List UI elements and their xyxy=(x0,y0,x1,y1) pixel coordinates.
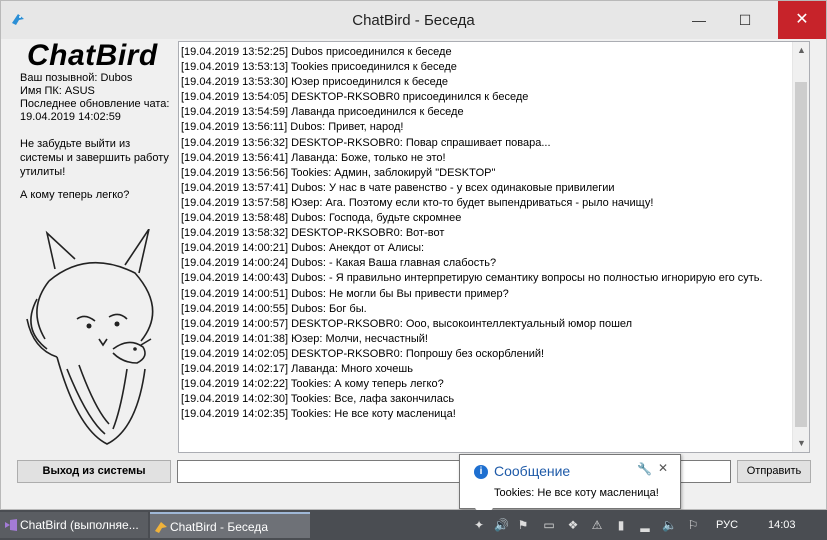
chat-log[interactable]: [19.04.2019 13:52:25] Dubos присоединилс… xyxy=(178,41,810,453)
logout-button[interactable]: Выход из системы xyxy=(17,460,171,483)
notification-close-icon[interactable]: ✕ xyxy=(658,461,668,475)
last-update-label: Последнее обновление чата: xyxy=(20,98,170,110)
scroll-down-arrow-icon[interactable]: ▼ xyxy=(793,435,810,452)
input-language[interactable]: РУС xyxy=(716,510,738,540)
chat-message: [19.04.2019 14:02:05] DESKTOP-RKSOBR0: П… xyxy=(181,347,545,360)
chat-message: [19.04.2019 14:02:30] Tookies: Все, лафа… xyxy=(181,393,455,406)
chat-message: [19.04.2019 13:58:48] Dubos: Господа, бу… xyxy=(181,212,462,225)
info-icon: i xyxy=(474,465,488,479)
user-info: Ваш позывной: Dubos Имя ПК: ASUS Последн… xyxy=(20,72,170,124)
chat-message: [19.04.2019 14:02:35] Tookies: Не все ко… xyxy=(181,408,456,421)
logout-reminder: Не забудьте выйти из системы и завершить… xyxy=(20,138,169,178)
maximize-button[interactable]: ☐ xyxy=(722,1,768,39)
minimize-button[interactable]: — xyxy=(676,1,722,39)
send-button[interactable]: Отправить xyxy=(737,460,811,483)
chat-message: [19.04.2019 14:02:22] Tookies: А кому те… xyxy=(181,378,444,391)
chat-scrollbar[interactable]: ▲ ▼ xyxy=(792,42,809,452)
user-info-panel: ChatBird Ваш позывной: Dubos Имя ПК: ASU… xyxy=(11,39,171,451)
wrench-icon[interactable]: 🔧 xyxy=(637,462,652,476)
chat-message: [19.04.2019 14:02:17] Лаванда: Много хоч… xyxy=(181,362,413,375)
taskbar-item-chatbird-chat[interactable]: ChatBird - Беседа xyxy=(150,512,310,538)
taskbar: ChatBird (выполняе... ChatBird - Беседа … xyxy=(0,510,827,540)
clock[interactable]: 14:03 xyxy=(768,510,796,540)
pc-name-label: Имя ПК: ASUS xyxy=(20,85,95,97)
network-warning-icon[interactable]: ⚠ xyxy=(590,518,604,532)
chat-message: [19.04.2019 13:54:05] DESKTOP-RKSOBR0 пр… xyxy=(181,91,529,104)
battery-icon[interactable]: ▮ xyxy=(614,518,628,532)
callsign-label: Ваш позывной: Dubos xyxy=(20,72,133,84)
chat-message: [19.04.2019 14:01:38] Юзер: Молчи, несча… xyxy=(181,332,428,345)
chatbird-tray-icon[interactable]: ✦ xyxy=(472,518,486,532)
chat-message: [19.04.2019 13:56:41] Лаванда: Боже, тол… xyxy=(181,151,446,164)
chat-window: ChatBird - Беседа — ☐ ✕ ChatBird Ваш поз… xyxy=(0,0,827,510)
chat-message: [19.04.2019 14:00:55] Dubos: Бог бы. xyxy=(181,302,367,315)
taskbar-item-chatbird-running[interactable]: ChatBird (выполняе... xyxy=(0,512,148,538)
scroll-thumb[interactable] xyxy=(795,82,807,427)
chat-message: [19.04.2019 13:57:41] Dubos: У нас в чат… xyxy=(181,181,615,194)
system-tray: ✦ 🔊 ⚑ ▭ ❖ ⚠ ▮ ▂ 🔈 ⚐ xyxy=(466,510,726,540)
chat-message: [19.04.2019 13:56:32] DESKTOP-RKSOBR0: П… xyxy=(181,136,551,149)
close-button[interactable]: ✕ xyxy=(778,1,826,39)
title-bar[interactable]: ChatBird - Беседа — ☐ ✕ xyxy=(1,1,826,39)
chat-message: [19.04.2019 13:56:11] Dubos: Привет, нар… xyxy=(181,121,404,134)
taskbar-item-label: ChatBird (выполняе... xyxy=(20,518,139,532)
tagline-question: А кому теперь легко? xyxy=(20,189,130,201)
chat-message: [19.04.2019 14:00:24] Dubos: - Какая Ваш… xyxy=(181,257,497,270)
chat-message: [19.04.2019 13:52:25] Dubos присоединилс… xyxy=(181,46,452,58)
chat-message: [19.04.2019 14:00:43] Dubos: - Я правиль… xyxy=(181,272,763,285)
chat-messages: [19.04.2019 13:52:25] Dubos присоединилс… xyxy=(181,45,789,422)
speaker-icon[interactable]: 🔊 xyxy=(494,518,509,532)
bearded-cat-mascot-image xyxy=(26,229,154,445)
chat-message: [19.04.2019 13:57:58] Юзер: Ага. Поэтому… xyxy=(181,196,654,209)
chat-message: [19.04.2019 13:56:56] Tookies: Админ, за… xyxy=(181,166,496,179)
notification-title: Сообщение xyxy=(494,463,571,479)
chat-message: [19.04.2019 13:58:32] DESKTOP-RKSOBR0: В… xyxy=(181,227,445,240)
monitor-icon[interactable]: ▭ xyxy=(542,518,556,532)
notification-text: Tookies: Не все коту масленица! xyxy=(494,487,659,499)
chat-message: [19.04.2019 14:00:57] DESKTOP-RKSOBR0: О… xyxy=(181,317,633,330)
taskbar-item-label: ChatBird - Беседа xyxy=(170,520,268,534)
volume-muted-icon[interactable]: 🔈 xyxy=(662,518,677,532)
last-update-value: 19.04.2019 14:02:59 xyxy=(20,111,121,123)
chat-message: [19.04.2019 14:00:51] Dubos: Не могли бы… xyxy=(181,287,509,300)
scroll-up-arrow-icon[interactable]: ▲ xyxy=(793,42,810,59)
chat-message: [19.04.2019 13:53:30] Юзер присоединился… xyxy=(181,76,449,89)
visual-studio-icon xyxy=(5,519,17,531)
signal-bars-icon[interactable]: ▂ xyxy=(638,518,652,532)
shield-flag-icon[interactable]: ⚑ xyxy=(516,518,530,532)
chat-message: [19.04.2019 13:54:59] Лаванда присоедини… xyxy=(181,106,464,119)
chat-message: [19.04.2019 14:00:21] Dubos: Анекдот от … xyxy=(181,242,425,255)
flag-icon[interactable]: ⚐ xyxy=(686,518,700,532)
brand-title: ChatBird xyxy=(27,39,158,72)
notification-balloon[interactable]: i Сообщение 🔧 ✕ Tookies: Не все коту мас… xyxy=(459,454,681,520)
chat-message: [19.04.2019 13:53:13] Tookies присоедини… xyxy=(181,61,457,74)
chatbird-app-icon xyxy=(155,522,167,533)
dropbox-icon[interactable]: ❖ xyxy=(566,518,580,532)
